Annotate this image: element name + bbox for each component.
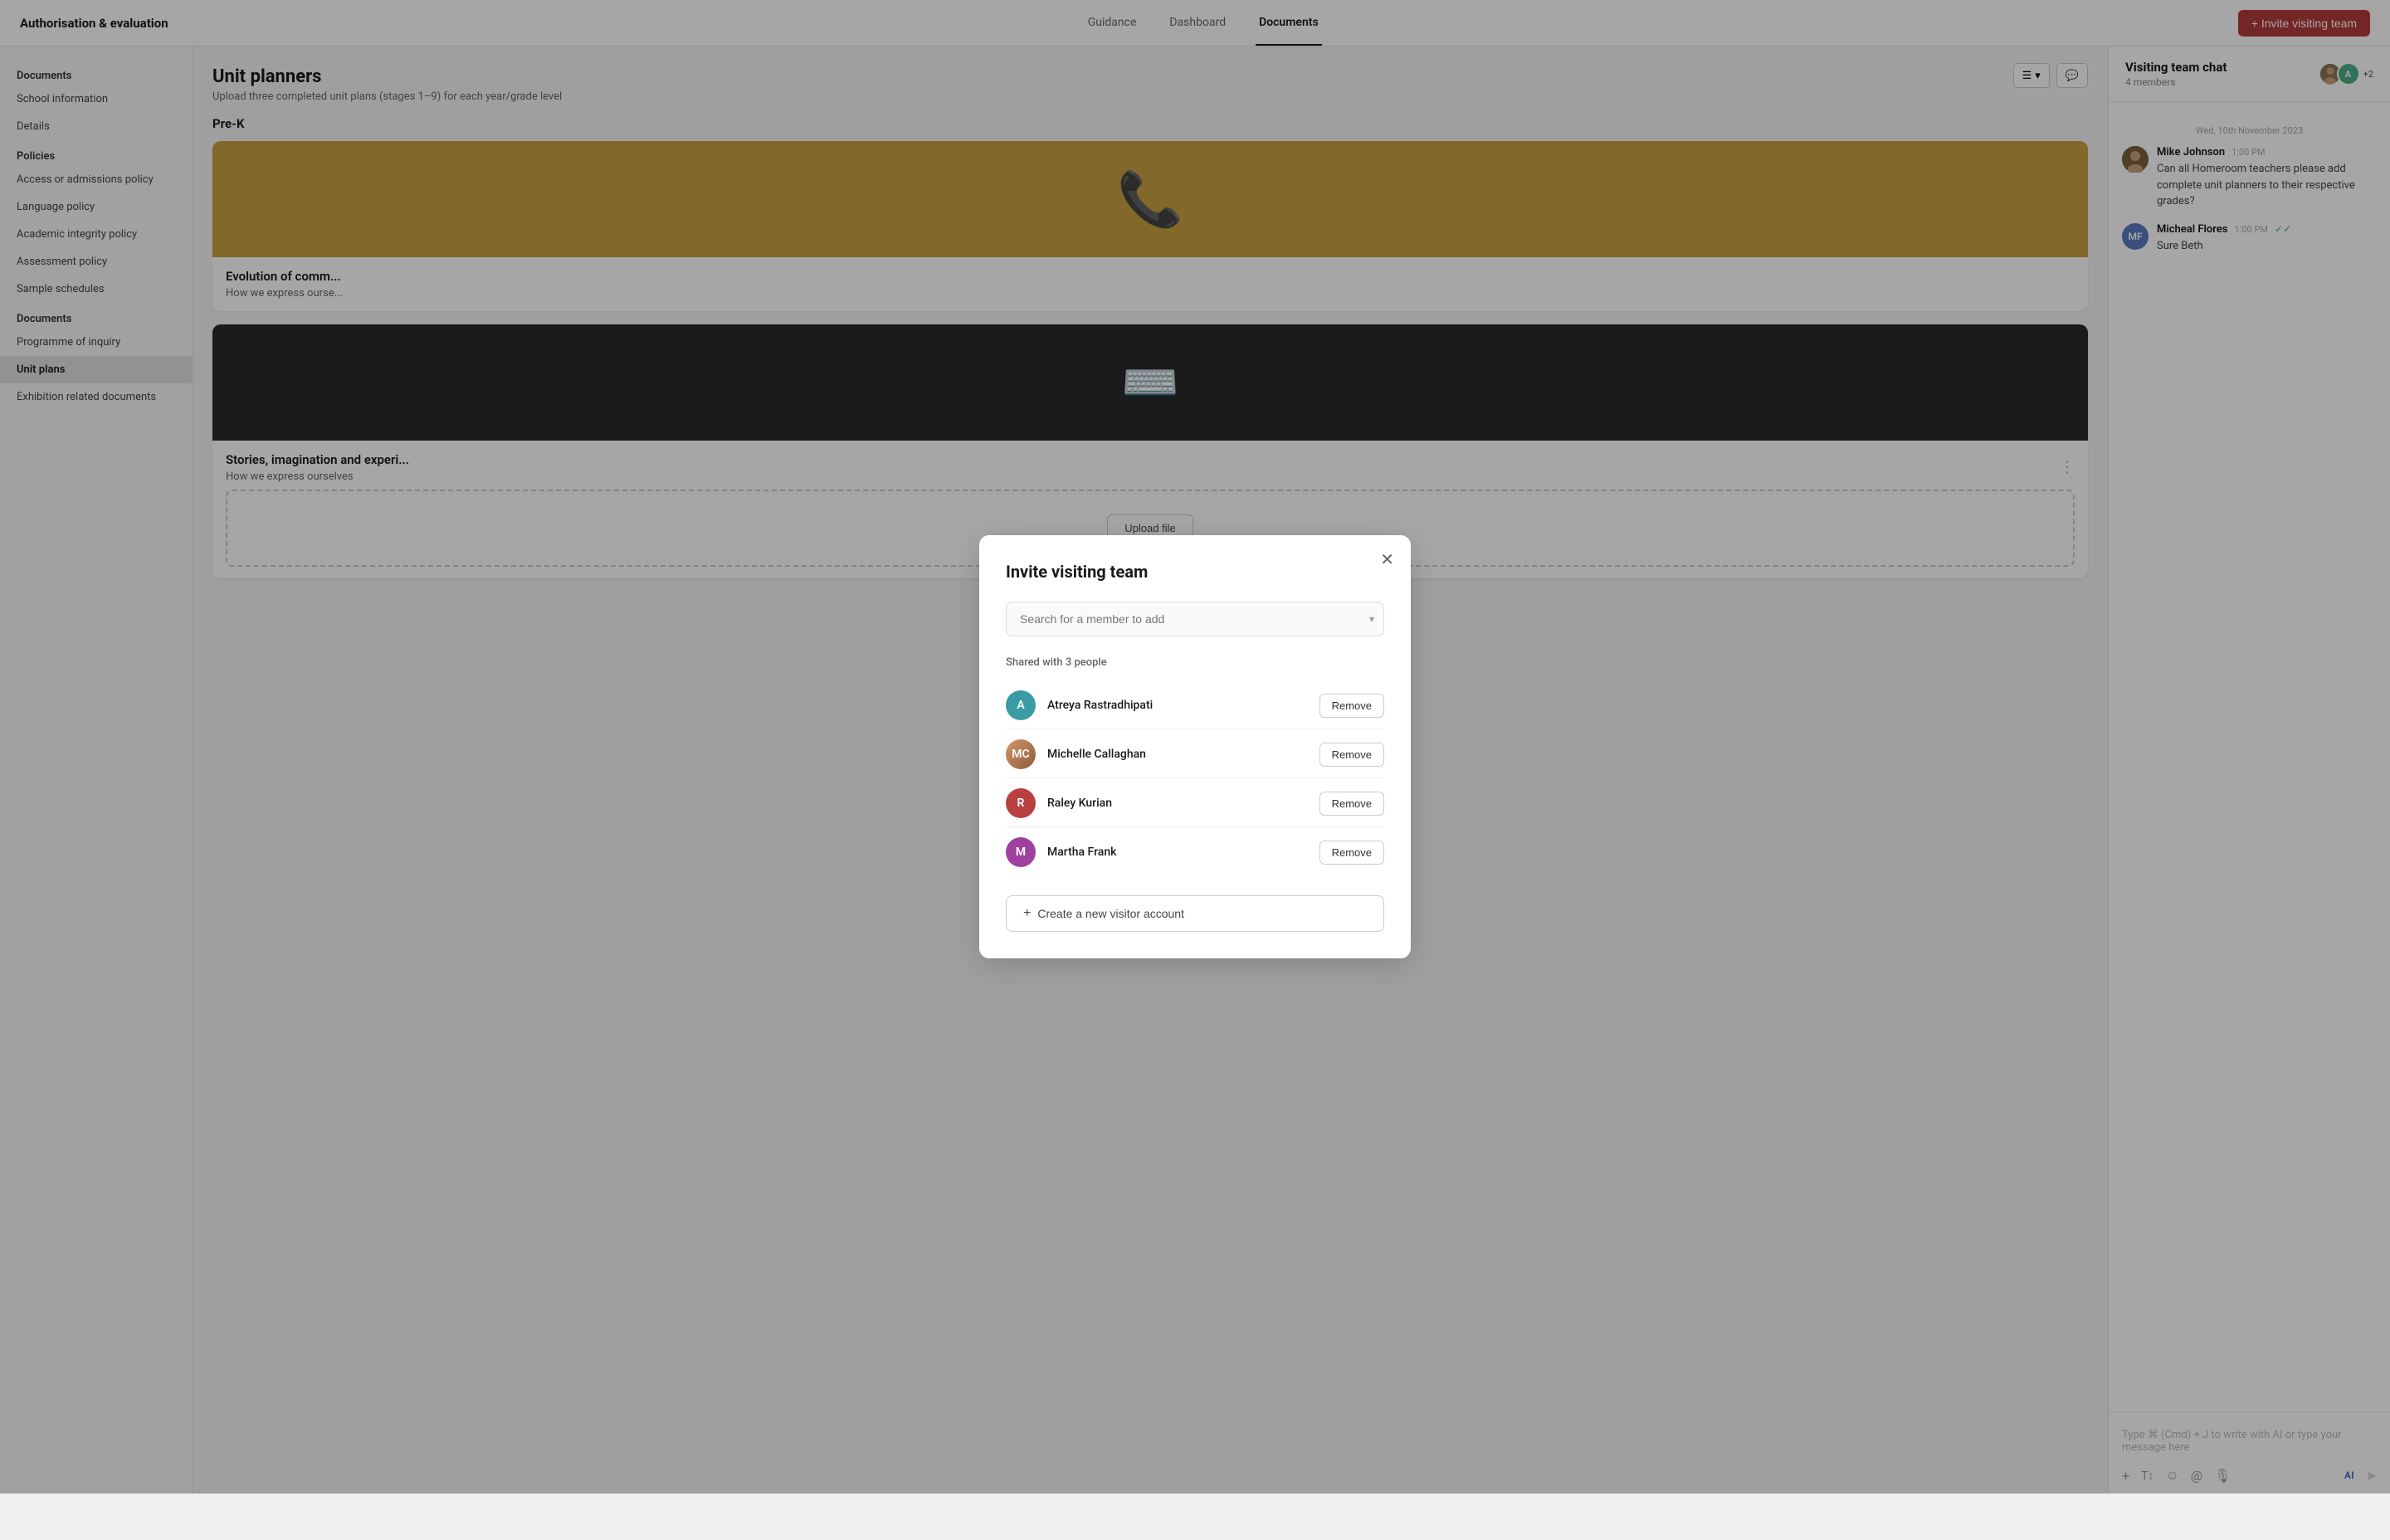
member-name-raley: Raley Kurian [1047,797,1319,810]
member-name-atreya: Atreya Rastradhipati [1047,699,1319,712]
search-member-input[interactable] [1006,602,1384,636]
remove-button-raley[interactable]: Remove [1319,792,1384,816]
member-avatar-michelle: MC [1006,739,1036,769]
remove-button-martha[interactable]: Remove [1319,841,1384,865]
plus-icon: + [1023,906,1031,921]
modal-title: Invite visiting team [1006,562,1384,582]
member-row-atreya: A Atreya Rastradhipati Remove [1006,682,1384,729]
member-row-martha: M Martha Frank Remove [1006,829,1384,875]
search-chevron-icon: ▾ [1369,613,1374,625]
member-row-michelle: MC Michelle Callaghan Remove [1006,731,1384,778]
invite-modal: Invite visiting team ✕ ▾ Shared with 3 p… [979,535,1411,958]
member-name-martha: Martha Frank [1047,846,1319,859]
modal-close-button[interactable]: ✕ [1380,552,1394,568]
modal-overlay[interactable]: Invite visiting team ✕ ▾ Shared with 3 p… [0,0,2390,1494]
create-visitor-button[interactable]: + Create a new visitor account [1006,895,1384,932]
remove-button-michelle[interactable]: Remove [1319,743,1384,767]
member-name-michelle: Michelle Callaghan [1047,748,1319,761]
member-avatar-raley: R [1006,788,1036,818]
search-dropdown: ▾ [1006,602,1384,636]
remove-button-atreya[interactable]: Remove [1319,694,1384,718]
member-avatar-atreya: A [1006,690,1036,720]
member-row-raley: R Raley Kurian Remove [1006,780,1384,827]
create-visitor-label: Create a new visitor account [1037,907,1184,920]
member-list: A Atreya Rastradhipati Remove MC Michell… [1006,682,1384,875]
member-avatar-martha: M [1006,837,1036,867]
shared-with-label: Shared with 3 people [1006,656,1384,669]
